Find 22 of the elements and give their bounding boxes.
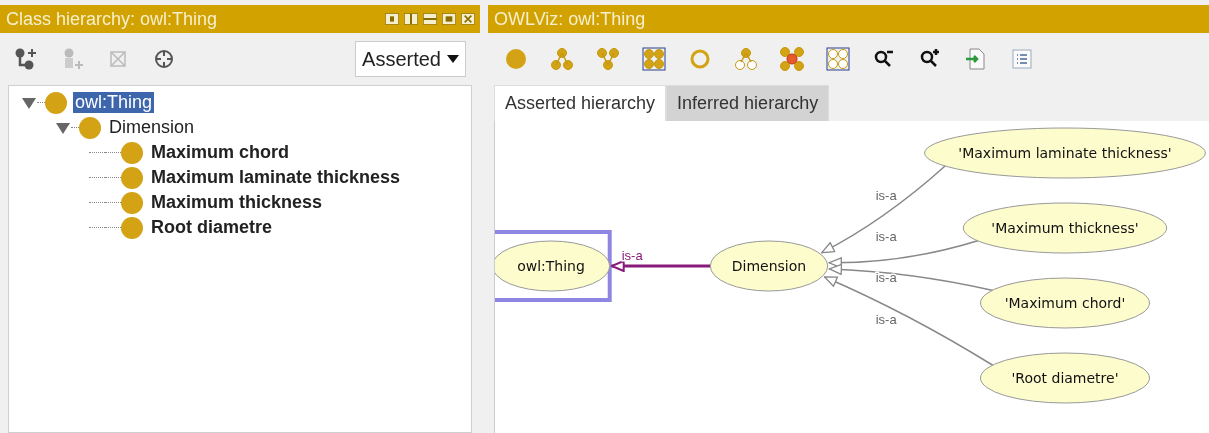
class-node[interactable]: 'Maximum chord' <box>980 277 1150 329</box>
edge-label: is-a <box>875 270 897 286</box>
tree-item[interactable]: owl:Thing <box>73 92 155 113</box>
tree-item[interactable]: Dimension <box>107 117 197 138</box>
view-tab[interactable]: Asserted hierarchy <box>494 85 667 121</box>
tree-item[interactable]: Maximum laminate thickness <box>149 167 403 188</box>
panel-title: OWLViz: owl:Thing <box>494 8 646 30</box>
edge-label: is-a <box>875 187 897 203</box>
panel-title: Class hierarchy: owl:Thing <box>6 8 218 30</box>
class-node[interactable]: 'Maximum thickness' <box>962 202 1168 254</box>
class-node[interactable]: owl:Thing <box>495 240 611 292</box>
class-node[interactable]: 'Maximum laminate thickness' <box>924 127 1206 179</box>
edge-label: is-a <box>875 311 897 327</box>
class-node[interactable]: Dimension <box>709 240 829 292</box>
edge-label: is-a <box>621 248 643 263</box>
edge-label: is-a <box>875 229 897 245</box>
view-tab[interactable]: Inferred hierarchy <box>666 85 830 121</box>
mode-dropdown[interactable]: Asserted <box>355 41 466 77</box>
tree-item[interactable]: Maximum thickness <box>149 192 325 213</box>
tree-item[interactable]: Maximum chord <box>149 142 292 163</box>
tree-item[interactable]: Root diametre <box>149 217 275 238</box>
class-node[interactable]: 'Root diametre' <box>980 352 1150 404</box>
